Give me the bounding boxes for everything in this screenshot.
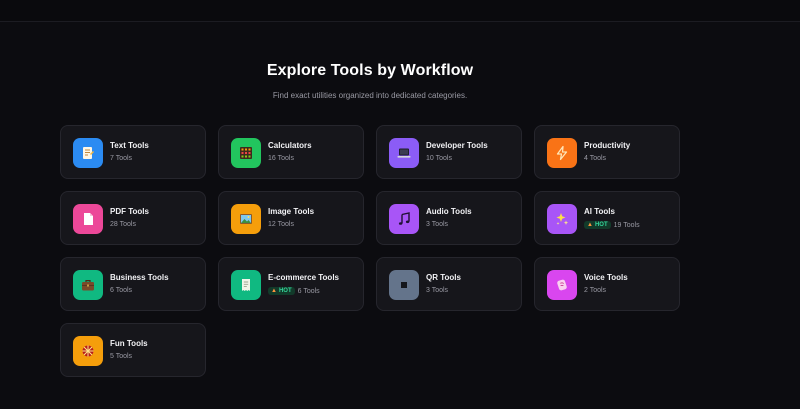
music-note-icon	[389, 204, 419, 234]
category-name: Fun Tools	[110, 339, 148, 348]
category-meta: 12 Tools	[268, 221, 294, 228]
tool-count: 16 Tools	[268, 155, 294, 162]
category-card-ai-tools[interactable]: AI Tools ▲ HOT 19 Tools	[534, 191, 680, 245]
tool-count: 28 Tools	[110, 221, 136, 228]
category-name: Business Tools	[110, 273, 169, 282]
category-name: QR Tools	[426, 273, 461, 282]
tool-count: 6 Tools	[297, 287, 320, 295]
laptop-icon	[389, 138, 419, 168]
category-card-qr-tools[interactable]: QR Tools 3 Tools	[376, 257, 522, 311]
category-name: PDF Tools	[110, 207, 149, 216]
tool-count: 3 Tools	[426, 287, 449, 294]
category-meta: 7 Tools	[110, 155, 132, 162]
tool-count: 2 Tools	[584, 287, 607, 294]
category-card-voice-tools[interactable]: Voice Tools 2 Tools	[534, 257, 680, 311]
category-card-image-tools[interactable]: Image Tools 12 Tools	[218, 191, 364, 245]
tool-count: 19 Tools	[613, 221, 640, 229]
hot-badge-label: HOT	[278, 288, 292, 294]
category-grid: Text Tools 7 Tools Calculators 16 Tools Deve…	[60, 125, 680, 377]
category-name: Voice Tools	[584, 273, 628, 282]
section-subtitle: Find exact utilities organized into dedi…	[272, 91, 468, 100]
hot-badge-label: HOT	[594, 222, 608, 228]
receipt-icon	[231, 270, 261, 300]
category-name: Productivity	[584, 141, 631, 150]
tool-count: 5 Tools	[110, 353, 133, 360]
category-meta: 2 Tools	[584, 287, 606, 294]
category-meta: ▲ HOT 6 Tools	[268, 287, 320, 295]
category-card-productivity[interactable]: Productivity 4 Tools	[534, 125, 680, 179]
tool-count: 12 Tools	[268, 221, 294, 228]
voice-icon	[547, 270, 577, 300]
category-meta: 28 Tools	[110, 221, 136, 228]
category-meta: 4 Tools	[584, 155, 606, 162]
qr-square-icon	[389, 270, 419, 300]
category-meta: 3 Tools	[426, 221, 448, 228]
category-card-e-commerce-tools[interactable]: E-commerce Tools ▲ HOT 6 Tools	[218, 257, 364, 311]
category-card-audio-tools[interactable]: Audio Tools 3 Tools	[376, 191, 522, 245]
category-name: Developer Tools	[426, 141, 488, 150]
briefcase-icon	[73, 270, 103, 300]
lightning-icon	[547, 138, 577, 168]
category-meta: 10 Tools	[426, 155, 452, 162]
hot-badge: ▲ HOT	[584, 221, 611, 229]
tool-count: 10 Tools	[426, 155, 452, 162]
category-name: AI Tools	[584, 207, 615, 216]
category-name: Text Tools	[110, 141, 149, 150]
top-bar	[0, 0, 800, 22]
picture-icon	[231, 204, 261, 234]
category-card-pdf-tools[interactable]: PDF Tools 28 Tools	[60, 191, 206, 245]
tool-count: 4 Tools	[584, 155, 607, 162]
tool-count: 7 Tools	[110, 155, 133, 162]
pdf-file-icon	[73, 204, 103, 234]
category-name: Audio Tools	[426, 207, 472, 216]
sparkles-icon	[547, 204, 577, 234]
flame-icon: ▲	[271, 288, 277, 294]
category-name: Image Tools	[268, 207, 315, 216]
category-card-developer-tools[interactable]: Developer Tools 10 Tools	[376, 125, 522, 179]
section-title: Explore Tools by Workflow	[266, 62, 474, 79]
category-name: Calculators	[268, 141, 312, 150]
spinner-wheel-icon	[73, 336, 103, 366]
category-meta: 5 Tools	[110, 353, 132, 360]
document-icon	[73, 138, 103, 168]
tool-count: 6 Tools	[110, 287, 133, 294]
tool-count: 3 Tools	[426, 221, 449, 228]
category-card-business-tools[interactable]: Business Tools 6 Tools	[60, 257, 206, 311]
category-meta: 16 Tools	[268, 155, 294, 162]
flame-icon: ▲	[587, 222, 593, 228]
category-card-text-tools[interactable]: Text Tools 7 Tools	[60, 125, 206, 179]
category-meta: 3 Tools	[426, 287, 448, 294]
category-name: E-commerce Tools	[268, 273, 339, 282]
category-meta: 6 Tools	[110, 287, 132, 294]
hot-badge: ▲ HOT	[268, 287, 295, 295]
category-meta: ▲ HOT 19 Tools	[584, 221, 640, 229]
category-card-fun-tools[interactable]: Fun Tools 5 Tools	[60, 323, 206, 377]
category-card-calculators[interactable]: Calculators 16 Tools	[218, 125, 364, 179]
abacus-icon	[231, 138, 261, 168]
